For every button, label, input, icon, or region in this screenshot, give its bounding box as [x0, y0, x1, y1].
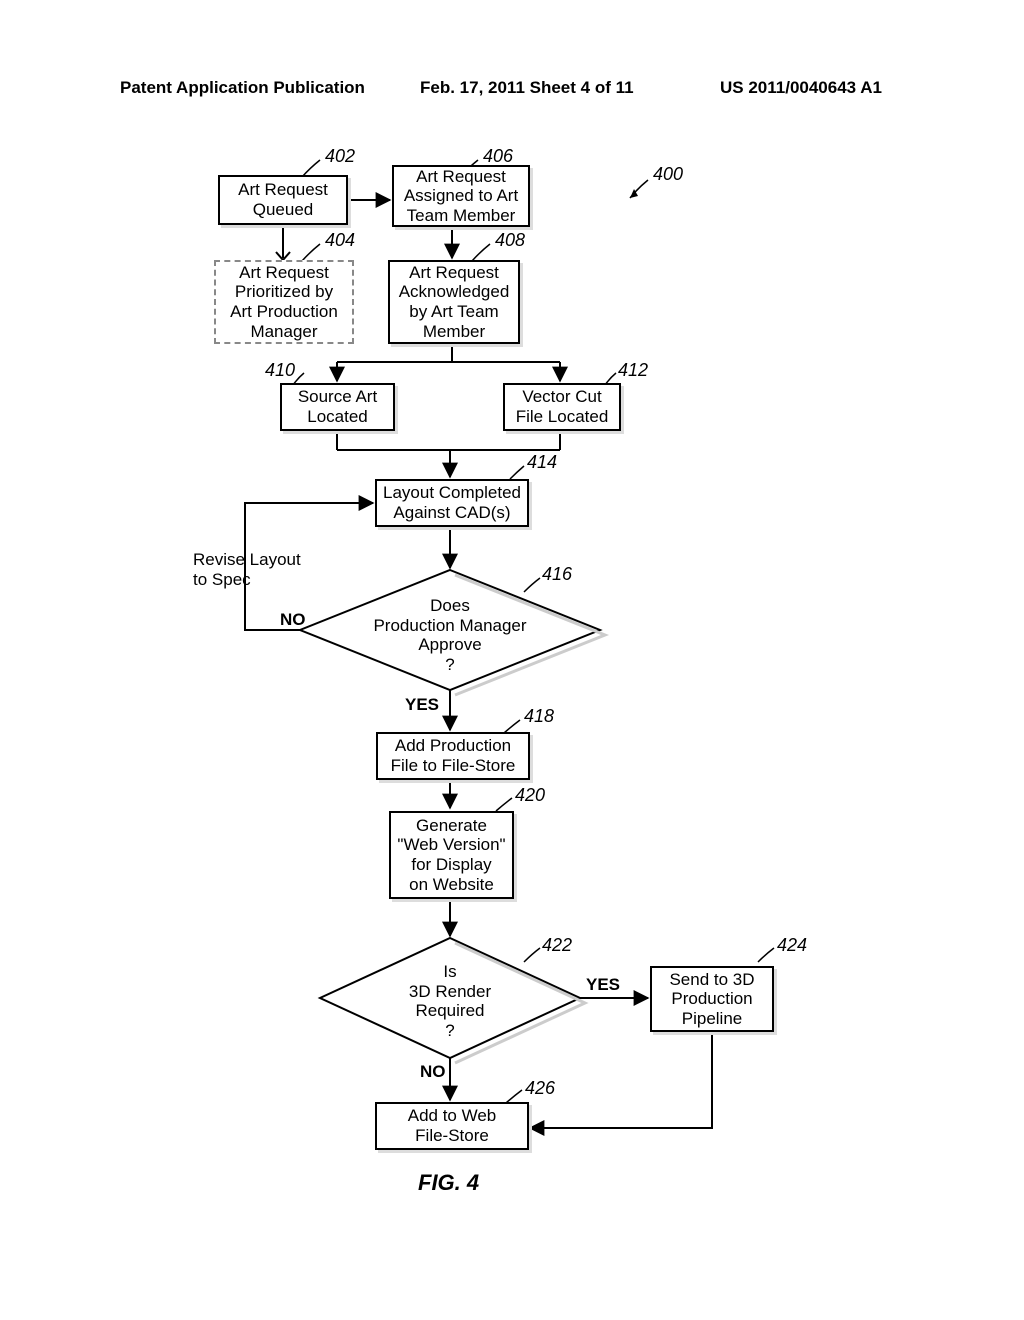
node-418-text: Add Production File to File-Store: [391, 736, 516, 775]
ref-422: 422: [542, 935, 572, 956]
node-420-text: Generate "Web Version" for Display on We…: [397, 816, 505, 894]
node-404-text: Art Request Prioritized by Art Productio…: [230, 263, 338, 341]
ref-406: 406: [483, 146, 513, 167]
yes-label-416: YES: [405, 695, 439, 715]
node-402: Art Request Queued: [218, 175, 348, 225]
ref-402: 402: [325, 146, 355, 167]
node-410-text: Source Art Located: [298, 387, 377, 426]
node-414: Layout Completed Against CAD(s): [375, 479, 529, 527]
figure-caption: FIG. 4: [418, 1170, 479, 1196]
page: Patent Application Publication Feb. 17, …: [0, 0, 1024, 1320]
ref-424: 424: [777, 935, 807, 956]
ref-404: 404: [325, 230, 355, 251]
node-406-text: Art Request Assigned to Art Team Member: [404, 167, 518, 226]
node-412: Vector Cut File Located: [503, 383, 621, 431]
node-412-text: Vector Cut File Located: [516, 387, 609, 426]
node-420: Generate "Web Version" for Display on We…: [389, 811, 514, 899]
revise-label: Revise Layout to Spec: [193, 550, 323, 589]
ref-410: 410: [265, 360, 295, 381]
node-404: Art Request Prioritized by Art Productio…: [214, 260, 354, 344]
node-410: Source Art Located: [280, 383, 395, 431]
no-label-422: NO: [420, 1062, 446, 1082]
node-426: Add to Web File-Store: [375, 1102, 529, 1150]
node-408: Art Request Acknowledged by Art Team Mem…: [388, 260, 520, 344]
yes-label-422: YES: [586, 975, 620, 995]
node-422-text: Is 3D Render Required ?: [380, 962, 520, 1040]
node-402-text: Art Request Queued: [238, 180, 328, 219]
node-408-text: Art Request Acknowledged by Art Team Mem…: [399, 263, 510, 341]
node-414-text: Layout Completed Against CAD(s): [383, 483, 521, 522]
node-418: Add Production File to File-Store: [376, 732, 530, 780]
node-424: Send to 3D Production Pipeline: [650, 966, 774, 1032]
ref-408: 408: [495, 230, 525, 251]
node-406: Art Request Assigned to Art Team Member: [392, 165, 530, 227]
node-416-text: Does Production Manager Approve ?: [360, 596, 540, 674]
ref-426: 426: [525, 1078, 555, 1099]
node-426-text: Add to Web File-Store: [408, 1106, 497, 1145]
node-424-text: Send to 3D Production Pipeline: [669, 970, 754, 1029]
ref-412: 412: [618, 360, 648, 381]
ref-400: 400: [653, 164, 683, 185]
ref-420: 420: [515, 785, 545, 806]
ref-416: 416: [542, 564, 572, 585]
ref-414: 414: [527, 452, 557, 473]
no-label-416: NO: [280, 610, 306, 630]
ref-418: 418: [524, 706, 554, 727]
